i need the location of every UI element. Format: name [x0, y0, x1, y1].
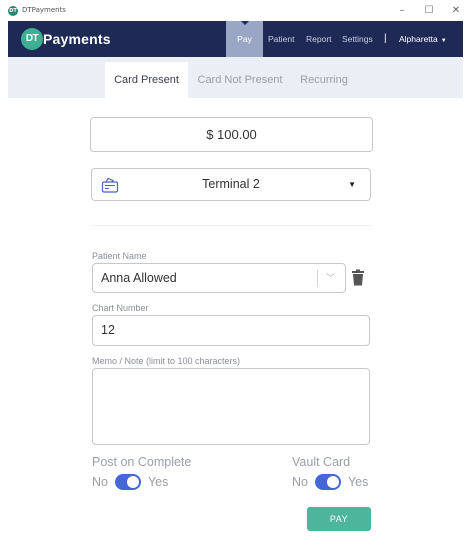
caret-down-icon: ▼ — [440, 38, 447, 44]
switch-off-label: No — [292, 475, 308, 489]
patient-name-label: Patient Name — [92, 251, 147, 261]
nav-patient[interactable]: Patient — [268, 21, 294, 57]
minimize-button[interactable]: – — [390, 3, 414, 19]
maximize-button[interactable]: ☐ — [417, 3, 441, 19]
section-divider — [91, 225, 371, 226]
tab-card-not-present[interactable]: Card Not Present — [194, 62, 286, 98]
vault-card-toggle[interactable] — [314, 474, 341, 490]
nav-settings[interactable]: Settings — [342, 21, 373, 57]
chart-number-input[interactable]: 12 — [92, 315, 370, 346]
chart-number-label: Chart Number — [92, 303, 149, 313]
memo-textarea[interactable] — [92, 368, 370, 445]
tab-card-present[interactable]: Card Present — [105, 62, 188, 98]
post-on-complete-switch-row: No Yes — [92, 473, 168, 491]
brand-logo[interactable]: DT Payments — [21, 26, 111, 52]
switch-on-label: Yes — [347, 475, 369, 489]
tab-recurring[interactable]: Recurring — [296, 62, 352, 98]
brand-badge: DT — [21, 28, 43, 50]
memo-label: Memo / Note (limit to 100 characters) — [92, 356, 241, 366]
top-navbar: DT Payments Pay Patient Report Settings … — [8, 21, 463, 57]
vault-card-switch-row: No Yes — [292, 473, 368, 491]
window-title: DTPayments — [22, 6, 66, 14]
pay-button[interactable]: PAY — [307, 507, 371, 531]
brand-text: Payments — [43, 31, 111, 47]
switch-off-label: No — [92, 475, 108, 489]
app-logo-icon: DT — [8, 6, 18, 16]
nav-pay[interactable]: Pay — [226, 21, 263, 57]
post-on-complete-label: Post on Complete — [92, 455, 192, 469]
payment-tabs: Card Present Card Not Present Recurring — [8, 57, 463, 98]
nav-separator: | — [384, 33, 387, 44]
toggle-knob — [326, 476, 339, 488]
window-titlebar: DT DTPayments – ☐ ✕ — [0, 0, 471, 21]
amount-input[interactable]: $ 100.00 — [90, 117, 373, 152]
chevron-down-icon[interactable]: ﹀ — [326, 264, 335, 292]
caret-down-icon: ▼ — [348, 180, 356, 189]
terminal-value: Terminal 2 — [202, 177, 260, 191]
select-separator — [317, 270, 318, 287]
patient-name-value: Anna Allowed — [101, 271, 177, 285]
toggle-knob — [126, 476, 139, 488]
patient-name-select[interactable]: Anna Allowed ﹀ — [92, 263, 346, 293]
nav-report[interactable]: Report — [306, 21, 332, 57]
vault-card-label: Vault Card — [292, 455, 351, 469]
terminal-select[interactable]: Terminal 2 ▼ — [91, 168, 371, 201]
location-dropdown[interactable]: Alpharetta ▼ — [399, 21, 447, 57]
location-label: Alpharetta — [399, 34, 438, 44]
post-on-complete-toggle[interactable] — [114, 474, 141, 490]
close-window-button[interactable]: ✕ — [444, 3, 468, 19]
switch-on-label: Yes — [147, 475, 169, 489]
trash-icon[interactable] — [351, 269, 365, 286]
